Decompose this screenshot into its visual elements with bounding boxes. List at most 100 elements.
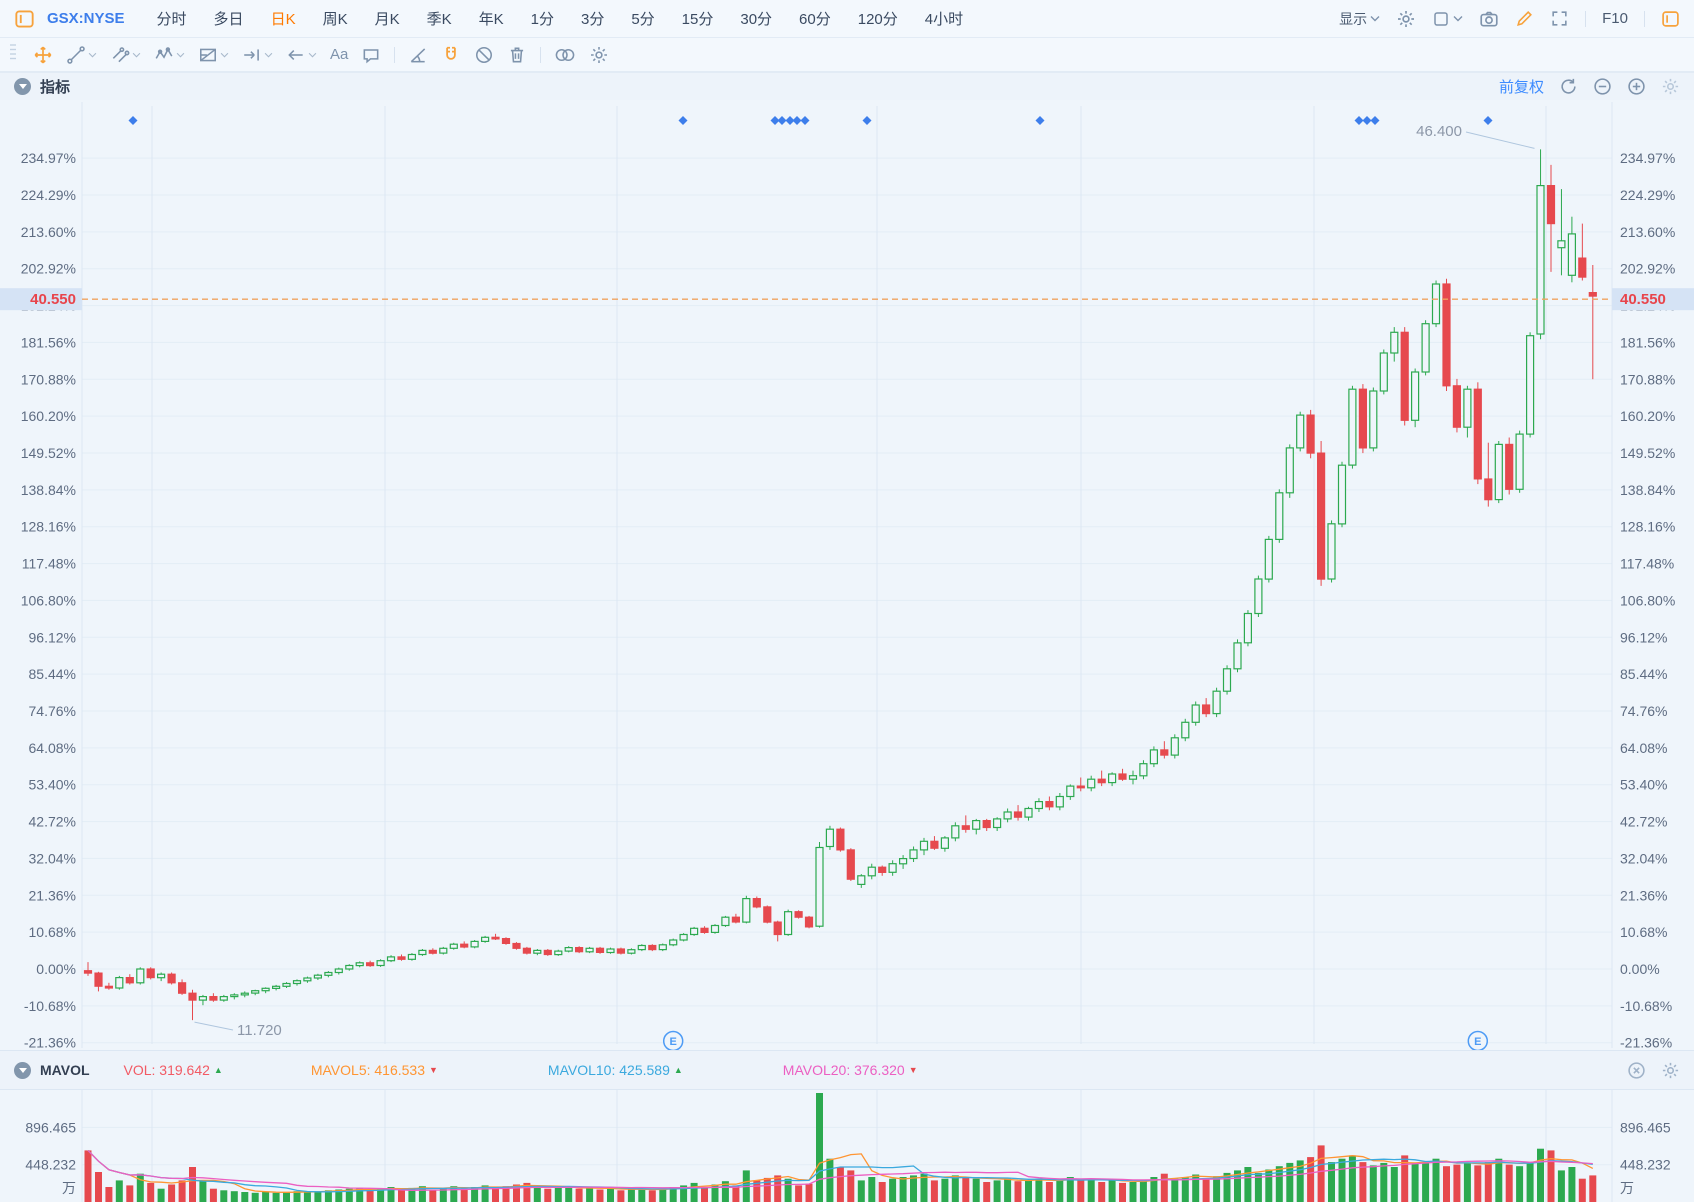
indicator-settings-icon[interactable] <box>1661 77 1680 96</box>
text-tool-icon[interactable]: Aa <box>330 46 348 63</box>
svg-text:96.12%: 96.12% <box>29 629 76 645</box>
tab-period-1[interactable]: 分时 <box>157 8 187 29</box>
drawing-toolbar: Aa <box>0 38 1694 72</box>
svg-text:213.60%: 213.60% <box>21 224 76 240</box>
fullscreen-icon[interactable] <box>1550 9 1569 28</box>
forward-adjust-link[interactable]: 前复权 <box>1499 76 1544 97</box>
tab-period-9[interactable]: 3分 <box>581 8 604 29</box>
tab-period-15[interactable]: 4小时 <box>925 8 963 29</box>
toolbar-grip-icon[interactable] <box>8 42 18 67</box>
svg-text:138.84%: 138.84% <box>1620 482 1675 498</box>
svg-text:181.56%: 181.56% <box>21 334 76 350</box>
indicator-header: 指标 前复权 <box>0 72 1694 100</box>
svg-text:213.60%: 213.60% <box>1620 224 1675 240</box>
svg-text:149.52%: 149.52% <box>1620 445 1675 461</box>
trendline-tool-icon[interactable] <box>66 45 97 65</box>
symbol-label[interactable]: GSX:NYSE <box>47 10 125 27</box>
svg-text:0.00%: 0.00% <box>36 961 76 977</box>
tab-period-2[interactable]: 多日 <box>214 8 244 29</box>
priceline-tool-icon[interactable] <box>242 45 273 65</box>
svg-text:106.80%: 106.80% <box>21 592 76 608</box>
mavol-header: MAVOL VOL: 319.642▲MAVOL5: 416.533▼MAVOL… <box>0 1050 1694 1090</box>
delete-tool-icon[interactable] <box>507 45 527 65</box>
svg-text:74.76%: 74.76% <box>1620 703 1667 719</box>
screenshot-camera-icon[interactable] <box>1479 9 1499 29</box>
mavol-settings-icon[interactable] <box>1661 1061 1680 1080</box>
svg-text:42.72%: 42.72% <box>29 814 76 830</box>
svg-text:42.72%: 42.72% <box>1620 814 1667 830</box>
chart-style-dropdown[interactable] <box>1432 10 1463 28</box>
svg-text:53.40%: 53.40% <box>1620 777 1667 793</box>
tab-period-3[interactable]: 日K <box>271 8 296 29</box>
arrow-left-tool-icon[interactable] <box>286 45 317 65</box>
earnings-marker[interactable]: E <box>664 1032 683 1051</box>
tab-period-11[interactable]: 15分 <box>682 8 714 29</box>
tab-period-12[interactable]: 30分 <box>740 8 772 29</box>
svg-text:85.44%: 85.44% <box>1620 666 1667 682</box>
wave-tool-icon[interactable] <box>154 45 185 65</box>
compare-tool-icon[interactable] <box>554 45 576 65</box>
draw-settings-tool-icon[interactable] <box>589 45 609 65</box>
svg-text:万: 万 <box>1620 1180 1634 1196</box>
volume-chart[interactable]: 896.465896.465448.232448.232万万 <box>0 1090 1694 1202</box>
tab-period-7[interactable]: 年K <box>479 8 504 29</box>
svg-text:-10.68%: -10.68% <box>1620 998 1672 1014</box>
event-diamond-markers[interactable] <box>129 116 1493 125</box>
current-price-tag: 40.550 <box>1612 288 1694 310</box>
svg-text:234.97%: 234.97% <box>1620 150 1675 166</box>
hide-drawings-tool-icon[interactable] <box>474 45 494 65</box>
close-mavol-icon[interactable] <box>1627 1061 1646 1080</box>
tab-period-4[interactable]: 周K <box>323 8 348 29</box>
svg-text:74.76%: 74.76% <box>29 703 76 719</box>
comment-tool-icon[interactable] <box>361 45 381 65</box>
svg-text:E: E <box>670 1036 677 1048</box>
svg-text:181.56%: 181.56% <box>1620 334 1675 350</box>
zoom-in-icon[interactable] <box>1627 77 1646 96</box>
angle-tool-icon[interactable] <box>408 45 428 65</box>
display-dropdown[interactable]: 显示 <box>1339 9 1380 29</box>
svg-text:170.88%: 170.88% <box>1620 371 1675 387</box>
mavol-legend-mavol20: MAVOL20: 376.320▼ <box>783 1062 918 1078</box>
draw-pencil-icon[interactable] <box>1515 9 1534 28</box>
zoom-out-icon[interactable] <box>1593 77 1612 96</box>
svg-text:64.08%: 64.08% <box>1620 740 1667 756</box>
tab-period-14[interactable]: 120分 <box>858 8 898 29</box>
panel-toggle-icon[interactable] <box>1661 9 1680 29</box>
svg-text:40.550: 40.550 <box>1620 291 1666 308</box>
low-price-label: 11.720 <box>237 1022 282 1039</box>
tab-period-10[interactable]: 5分 <box>631 8 654 29</box>
tab-period-5[interactable]: 月K <box>375 8 400 29</box>
f10-button[interactable]: F10 <box>1602 10 1628 27</box>
svg-text:234.97%: 234.97% <box>21 150 76 166</box>
toolbar-divider <box>394 47 395 63</box>
top-toolbar: GSX:NYSE 分时 多日 日K 周K 月K 季K 年K 1分 3分 5分 15分 30分 60分 12… <box>0 0 1694 38</box>
svg-text:170.88%: 170.88% <box>21 371 76 387</box>
magnet-tool-icon[interactable] <box>441 45 461 65</box>
mavol-legend-mavol5: MAVOL5: 416.533▼ <box>311 1062 438 1078</box>
mavol-legend-mavol10: MAVOL10: 425.589▲ <box>548 1062 683 1078</box>
collapse-mavol-button[interactable] <box>14 1062 31 1079</box>
move-tool-icon[interactable] <box>33 45 53 65</box>
svg-text:21.36%: 21.36% <box>29 887 76 903</box>
topbar-right-tools: 显示 F10 <box>1339 9 1680 29</box>
svg-text:106.80%: 106.80% <box>1620 592 1675 608</box>
channel-tool-icon[interactable] <box>110 45 141 65</box>
earnings-marker[interactable]: E <box>1468 1032 1487 1051</box>
svg-text:10.68%: 10.68% <box>1620 924 1667 940</box>
collapse-indicator-button[interactable] <box>14 78 31 95</box>
layout-panel-icon[interactable] <box>14 8 35 30</box>
reset-zoom-icon[interactable] <box>1559 77 1578 96</box>
current-price-tag: 40.550 <box>0 288 82 310</box>
candles <box>85 149 1597 1020</box>
tab-period-6[interactable]: 季K <box>427 8 452 29</box>
candlestick-chart[interactable]: 234.97%234.97%224.29%224.29%213.60%213.6… <box>0 100 1694 1050</box>
tab-period-8[interactable]: 1分 <box>531 8 554 29</box>
volume-bars <box>85 1093 1597 1202</box>
svg-text:40.550: 40.550 <box>30 291 76 308</box>
fibonacci-tool-icon[interactable] <box>198 45 229 65</box>
settings-gear-icon[interactable] <box>1396 9 1416 29</box>
tab-period-13[interactable]: 60分 <box>799 8 831 29</box>
svg-text:138.84%: 138.84% <box>21 482 76 498</box>
svg-text:10.68%: 10.68% <box>29 924 76 940</box>
mavol-legend: VOL: 319.642▲MAVOL5: 416.533▼MAVOL10: 42… <box>90 1062 918 1078</box>
